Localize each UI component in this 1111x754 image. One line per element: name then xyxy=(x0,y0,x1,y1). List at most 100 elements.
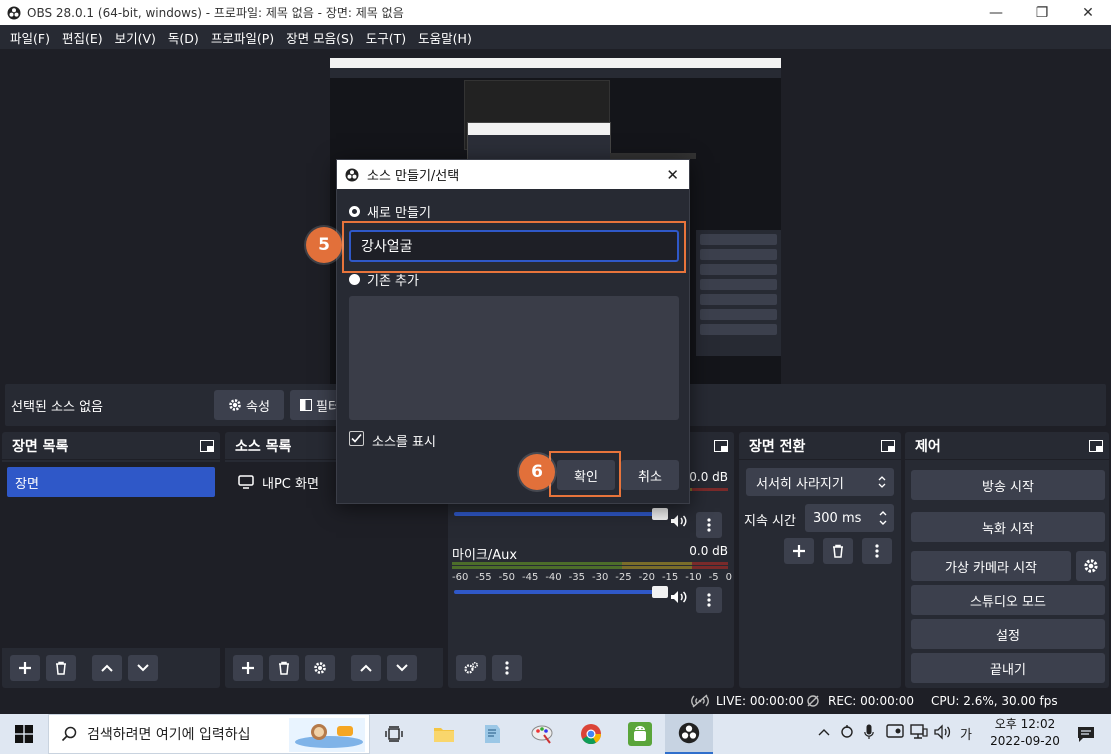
clock-time: 오후 12:02 xyxy=(994,717,1056,731)
notification-icon[interactable] xyxy=(1077,725,1095,743)
move-source-down-button[interactable] xyxy=(387,655,417,681)
move-scene-down-button[interactable] xyxy=(128,655,158,681)
dialog-title: 소스 만들기/선택 xyxy=(367,169,460,184)
mixer-menu-button[interactable] xyxy=(492,655,522,681)
menu-view[interactable]: 보기(V) xyxy=(109,28,162,47)
paint-app-button[interactable] xyxy=(518,714,566,754)
android-app-button[interactable] xyxy=(616,714,664,754)
paint-palette-icon xyxy=(531,725,553,744)
cpu-fps: CPU: 2.6%, 30.00 fps xyxy=(931,694,1058,708)
undock-icon[interactable] xyxy=(200,440,214,452)
window-titlebar: OBS 28.0.1 (64-bit, windows) - 프로파일: 제목 … xyxy=(0,0,1111,25)
task-view-button[interactable] xyxy=(370,714,418,754)
create-new-radio[interactable] xyxy=(349,206,360,217)
undock-icon[interactable] xyxy=(881,440,895,452)
gears-icon xyxy=(464,661,479,674)
remove-source-button[interactable] xyxy=(269,655,299,681)
step-6-badge: 6 xyxy=(519,454,555,490)
start-recording-button[interactable]: 녹화 시작 xyxy=(911,512,1105,542)
menu-profile[interactable]: 프로파일(P) xyxy=(205,28,280,47)
properties-button[interactable]: 속성 xyxy=(214,390,284,420)
audio-settings-button[interactable] xyxy=(456,655,486,681)
notepad-app-button[interactable] xyxy=(468,714,516,754)
add-transition-button[interactable] xyxy=(784,538,814,564)
menu-bar: 파일(F) 편집(E) 보기(V) 독(D) 프로파일(P) 장면 모음(S) … xyxy=(0,25,1111,49)
menu-file[interactable]: 파일(F) xyxy=(4,28,56,47)
settings-button[interactable]: 설정 xyxy=(911,619,1105,649)
menu-scene-collection[interactable]: 장면 모음(S) xyxy=(280,28,360,47)
duration-spinbox[interactable]: 300 ms xyxy=(805,504,894,532)
undock-icon[interactable] xyxy=(714,440,728,452)
source-name-input[interactable] xyxy=(349,230,679,262)
minimize-button[interactable]: — xyxy=(973,0,1019,25)
existing-sources-list[interactable] xyxy=(349,296,679,420)
channel-menu-button[interactable] xyxy=(696,587,722,613)
source-properties-button[interactable] xyxy=(305,655,335,681)
search-highlight-icon xyxy=(289,718,365,752)
dialog-close-icon[interactable]: ✕ xyxy=(666,166,679,184)
add-existing-label[interactable]: 기존 추가 xyxy=(367,270,419,289)
volume-slider[interactable] xyxy=(454,586,668,598)
nested-dialog xyxy=(467,122,611,162)
chrome-app-button[interactable] xyxy=(567,714,615,754)
taskbar-search[interactable]: 검색하려면 여기에 입력하십 xyxy=(48,714,370,754)
kebab-icon xyxy=(875,544,879,558)
taskbar-clock[interactable]: 오후 12:02 2022-09-20 xyxy=(985,716,1065,750)
microphone-icon[interactable] xyxy=(864,724,874,740)
menu-tools[interactable]: 도구(T) xyxy=(360,28,412,47)
volume-slider[interactable] xyxy=(454,508,668,520)
studio-mode-button[interactable]: 스튜디오 모드 xyxy=(911,585,1105,615)
obs-app-button[interactable] xyxy=(665,714,713,754)
spin-arrows-icon[interactable] xyxy=(878,509,888,527)
close-button[interactable]: ✕ xyxy=(1065,0,1111,25)
cancel-button[interactable]: 취소 xyxy=(621,460,679,490)
no-source-selected-label: 선택된 소스 없음 xyxy=(11,399,103,415)
add-existing-radio[interactable] xyxy=(349,274,360,285)
transition-select[interactable]: 서서히 사라지기 xyxy=(746,468,894,496)
menu-help[interactable]: 도움말(H) xyxy=(412,28,478,47)
duration-label: 지속 시간 xyxy=(744,514,796,529)
start-streaming-button[interactable]: 방송 시작 xyxy=(911,470,1105,500)
file-explorer-button[interactable] xyxy=(420,714,468,754)
network-icon[interactable] xyxy=(910,724,928,740)
create-new-label[interactable]: 새로 만들기 xyxy=(367,202,431,221)
remove-transition-button[interactable] xyxy=(823,538,853,564)
start-virtual-camera-button[interactable]: 가상 카메라 시작 xyxy=(911,551,1071,581)
scenes-dock: 장면 목록 장면 xyxy=(2,432,220,688)
make-visible-checkbox[interactable] xyxy=(349,431,364,446)
undock-icon[interactable] xyxy=(1089,440,1103,452)
no-signal-icon xyxy=(691,694,709,708)
menu-docks[interactable]: 독(D) xyxy=(162,28,205,47)
volume-icon[interactable] xyxy=(934,724,952,740)
add-source-button[interactable] xyxy=(233,655,263,681)
start-button[interactable] xyxy=(0,714,48,754)
search-placeholder: 검색하려면 여기에 입력하십 xyxy=(87,727,251,743)
screen-capture-icon[interactable] xyxy=(886,724,904,740)
channel-db: 0.0 dB xyxy=(689,470,728,484)
virtual-camera-settings-button[interactable] xyxy=(1076,551,1106,581)
menu-edit[interactable]: 편집(E) xyxy=(56,28,109,47)
mixer-channel-mic: 마이크/Aux 0.0 dB -60 -55 -50 -45 -40 -35 -30 -25-… xyxy=(452,544,732,614)
make-visible-label[interactable]: 소스를 표시 xyxy=(372,431,436,450)
add-scene-button[interactable] xyxy=(10,655,40,681)
tray-app-icon[interactable] xyxy=(840,724,854,740)
search-icon xyxy=(61,726,77,742)
ime-indicator[interactable]: 가 xyxy=(960,724,972,743)
obs-logo-icon xyxy=(345,168,359,181)
remove-scene-button[interactable] xyxy=(46,655,76,681)
transitions-dock: 장면 전환 서서히 사라지기 지속 시간 300 ms xyxy=(739,432,901,688)
checkmark-icon xyxy=(351,433,362,443)
speaker-icon[interactable] xyxy=(670,514,688,528)
maximize-button[interactable]: ❐ xyxy=(1019,0,1065,25)
scene-item[interactable]: 장면 xyxy=(7,467,215,497)
move-source-up-button[interactable] xyxy=(351,655,381,681)
exit-button[interactable]: 끝내기 xyxy=(911,653,1105,683)
tray-chevron-up-icon[interactable] xyxy=(818,728,830,736)
transition-menu-button[interactable] xyxy=(862,538,892,564)
scenes-dock-title: 장면 목록 xyxy=(2,432,220,460)
channel-menu-button[interactable] xyxy=(696,512,722,538)
move-scene-up-button[interactable] xyxy=(92,655,122,681)
speaker-icon[interactable] xyxy=(670,590,688,604)
ok-button[interactable]: 확인 xyxy=(557,460,615,490)
channel-db: 0.0 dB xyxy=(689,544,728,558)
